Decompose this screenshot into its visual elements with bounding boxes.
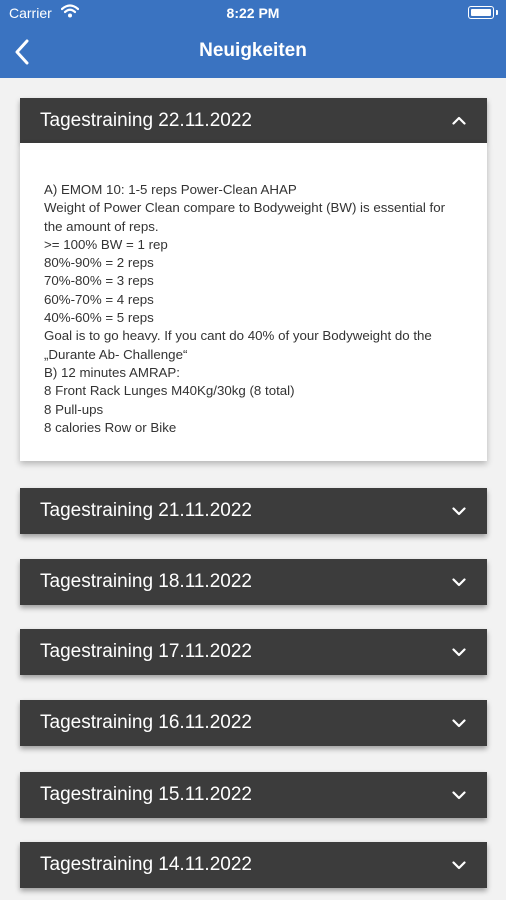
news-list: Tagestraining 22.11.2022 A) EMOM 10: 1-5…	[20, 98, 487, 888]
accordion-title: Tagestraining 22.11.2022	[40, 109, 252, 131]
accordion-title: Tagestraining 15.11.2022	[40, 784, 252, 805]
accordion-title: Tagestraining 21.11.2022	[40, 500, 252, 521]
accordion-content: A) EMOM 10: 1-5 reps Power-Clean AHAP We…	[20, 143, 487, 461]
chevron-down-icon	[451, 503, 467, 519]
accordion-title: Tagestraining 14.11.2022	[40, 854, 252, 875]
battery-icon	[468, 6, 494, 19]
page-title: Neuigkeiten	[199, 40, 307, 61]
chevron-up-icon	[451, 113, 467, 129]
app-header: Carrier 8:22 PM Neuigkeiten	[0, 0, 506, 78]
chevron-down-icon	[451, 574, 467, 590]
accordion-title: Tagestraining 17.11.2022	[40, 641, 252, 662]
accordion-header[interactable]: Tagestraining 14.11.2022	[20, 842, 487, 888]
status-time: 8:22 PM	[226, 5, 280, 21]
accordion-header[interactable]: Tagestraining 15.11.2022	[20, 772, 487, 818]
accordion-header[interactable]: Tagestraining 16.11.2022	[20, 700, 487, 746]
battery-nub	[496, 10, 498, 15]
accordion-header-expanded[interactable]: Tagestraining 22.11.2022	[20, 98, 487, 143]
chevron-down-icon	[451, 644, 467, 660]
status-bar: Carrier 8:22 PM	[0, 0, 506, 28]
chevron-down-icon	[451, 857, 467, 873]
accordion-header[interactable]: Tagestraining 18.11.2022	[20, 559, 487, 605]
chevron-down-icon	[451, 787, 467, 803]
accordion-title: Tagestraining 16.11.2022	[40, 712, 252, 733]
accordion-header[interactable]: Tagestraining 21.11.2022	[20, 488, 487, 534]
accordion-title: Tagestraining 18.11.2022	[40, 571, 252, 592]
chevron-down-icon	[451, 715, 467, 731]
accordion-header[interactable]: Tagestraining 17.11.2022	[20, 629, 487, 675]
